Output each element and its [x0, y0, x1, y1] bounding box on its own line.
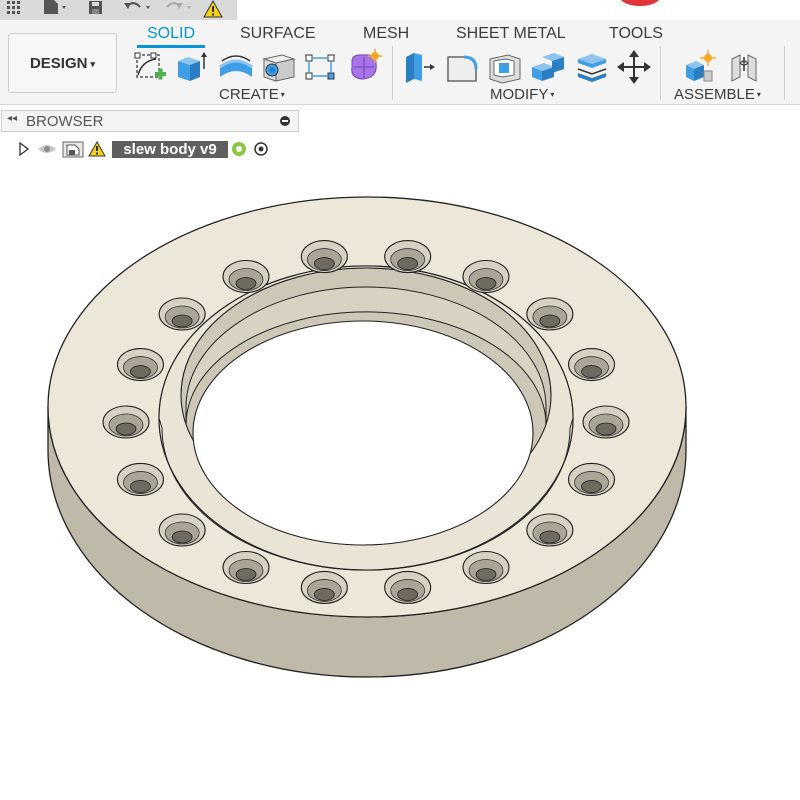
workspace-switcher-button[interactable]: DESIGN ▾ — [8, 33, 117, 93]
move-copy-icon[interactable] — [616, 49, 652, 85]
fillet-icon[interactable] — [444, 49, 480, 85]
shell-icon[interactable] — [486, 49, 522, 85]
chevron-down-icon: ▾ — [756, 90, 761, 99]
tab-tools[interactable]: TOOLS — [609, 25, 663, 43]
bolt-hole — [384, 240, 432, 274]
browser-title: BROWSER — [26, 113, 104, 130]
file-menu-icon[interactable] — [40, 0, 70, 16]
collapse-browser-icon[interactable]: ◂◂ — [7, 113, 17, 124]
combine-icon[interactable] — [530, 49, 566, 85]
extrude-icon[interactable] — [172, 49, 208, 85]
bolt-hole — [462, 550, 510, 585]
assemble-label: ASSEMBLE — [674, 86, 755, 103]
expand-caret-icon[interactable] — [18, 142, 30, 156]
modify-group-label[interactable]: MODIFY ▾ — [490, 86, 554, 103]
component-name-label[interactable]: slew body v9 — [112, 141, 228, 158]
warning-icon[interactable] — [203, 0, 223, 18]
tab-mesh[interactable]: MESH — [363, 25, 409, 43]
visibility-eye-icon[interactable] — [37, 142, 57, 156]
bolt-hole — [567, 347, 616, 382]
create-label: CREATE — [219, 86, 279, 103]
pattern-icon[interactable] — [302, 49, 338, 85]
canvas-viewport[interactable] — [0, 165, 800, 800]
notification-dot — [620, 0, 660, 6]
minimize-panel-icon[interactable] — [280, 116, 290, 126]
bolt-hole — [384, 570, 432, 604]
revolve-icon[interactable] — [218, 49, 254, 85]
app-grid-icon[interactable] — [4, 0, 24, 16]
workspace-label: DESIGN — [29, 54, 88, 72]
browser-panel-header: ◂◂ BROWSER — [1, 110, 299, 132]
tab-sheet-metal[interactable]: SHEET METAL — [456, 25, 566, 43]
bolt-hole — [582, 405, 630, 439]
tab-solid[interactable]: SOLID — [147, 25, 195, 43]
bolt-hole — [158, 297, 206, 331]
create-sketch-icon[interactable] — [132, 49, 168, 85]
chevron-down-icon: ▾ — [550, 90, 555, 99]
quick-access-bar — [0, 0, 237, 21]
group-divider — [660, 46, 661, 100]
redo-icon[interactable] — [162, 0, 196, 16]
chevron-down-icon: ▾ — [280, 90, 285, 99]
document-settings-icon — [62, 141, 84, 158]
undo-icon[interactable] — [122, 0, 156, 16]
bolt-hole — [567, 462, 616, 497]
sync-status-icon — [232, 142, 246, 156]
create-group-label[interactable]: CREATE ▾ — [219, 86, 285, 103]
bolt-hole — [526, 513, 574, 547]
joint-icon[interactable] — [726, 49, 762, 85]
bolt-hole — [158, 513, 206, 547]
quick-access-toolbar — [0, 0, 800, 21]
bolt-hole — [300, 570, 348, 604]
tab-surface[interactable]: SURFACE — [240, 25, 316, 43]
bolt-hole — [462, 259, 510, 294]
split-body-icon[interactable] — [574, 49, 610, 85]
bolt-hole — [300, 240, 348, 274]
group-divider — [784, 46, 785, 100]
group-divider — [392, 46, 393, 100]
activate-component-icon[interactable] — [253, 141, 269, 157]
modify-label: MODIFY — [490, 86, 549, 103]
bolt-hole — [116, 347, 165, 382]
save-icon[interactable] — [86, 0, 106, 16]
bolt-hole — [222, 550, 270, 585]
new-component-icon[interactable] — [682, 49, 718, 85]
bolt-hole — [116, 462, 165, 497]
ribbon-toolbar: DESIGN ▾ SOLID SURFACE MESH SHEET METAL … — [0, 20, 800, 105]
create-form-icon[interactable] — [346, 49, 382, 85]
hole-icon[interactable] — [260, 49, 296, 85]
assemble-group-label[interactable]: ASSEMBLE ▾ — [674, 86, 761, 103]
bolt-hole — [222, 259, 270, 294]
bolt-hole — [102, 405, 150, 439]
chevron-down-icon: ▾ — [90, 58, 96, 69]
warning-icon[interactable] — [88, 141, 106, 157]
bolt-hole — [526, 297, 574, 331]
active-tab-indicator — [137, 45, 205, 48]
press-pull-icon[interactable] — [400, 49, 436, 85]
slew-ring-body[interactable] — [47, 196, 687, 678]
